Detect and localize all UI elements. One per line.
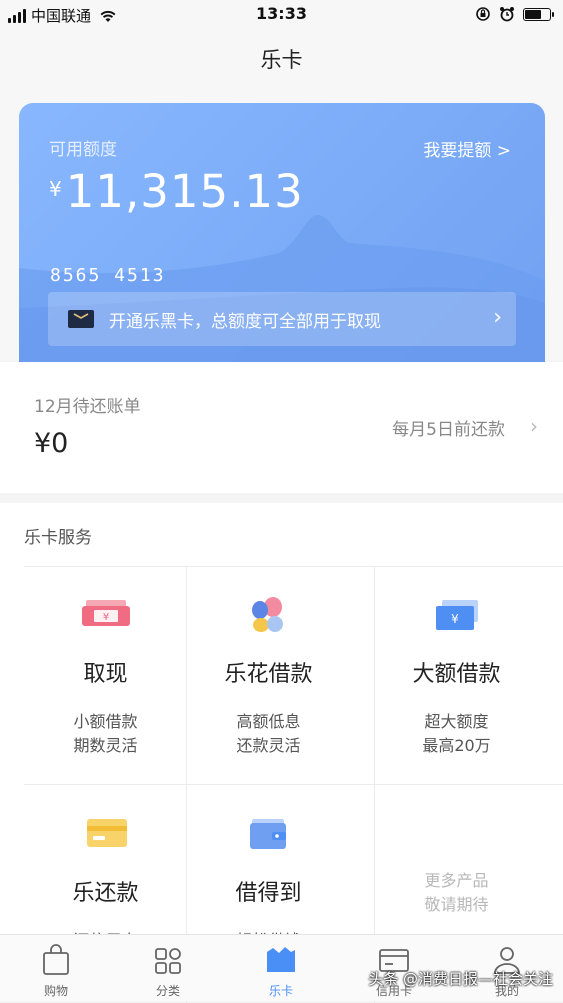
service-name: 大额借款: [412, 662, 501, 687]
alarm-icon: [500, 7, 514, 22]
service-name: 乐花借款: [224, 662, 313, 687]
lehua-petals-icon: [187, 596, 350, 636]
tab-lecard[interactable]: 乐卡: [225, 935, 337, 1001]
service-desc: 还款灵活: [236, 736, 301, 755]
service-desc: 敬请期待: [424, 895, 489, 914]
service-desc: 超大额度: [424, 712, 489, 731]
services-title: 乐卡服务: [24, 528, 92, 548]
wallet-icon: [187, 815, 350, 855]
service-desc: 更多产品: [424, 871, 489, 890]
grid-divider: [24, 566, 563, 567]
banner-text: 开通乐黑卡，总额度可全部用于取现: [109, 312, 381, 332]
currency-symbol: ¥: [49, 177, 62, 201]
orientation-lock-icon: [476, 7, 490, 21]
watermark-text: 头条 @消费日报—社会关注: [368, 970, 553, 988]
available-limit-label: 可用额度: [49, 140, 117, 160]
service-cash-withdraw[interactable]: ¥ 取现 小额借款 期数灵活: [24, 566, 187, 784]
status-bar-right: [475, 6, 554, 22]
service-desc: 期数灵活: [73, 736, 138, 755]
service-name: 取现: [83, 662, 128, 687]
cash-withdraw-icon: ¥: [24, 596, 187, 636]
svg-text:¥: ¥: [451, 612, 459, 626]
chevron-right-icon: ›: [530, 414, 538, 438]
tab-label: 购物: [43, 984, 68, 998]
services-section: 乐卡服务 ¥ 取现 小额借款 期数灵活 乐花借款 高额低息 还款灵活 ¥ 大额借…: [0, 503, 563, 1003]
service-name: 乐还款: [72, 881, 139, 906]
category-grid-icon: [112, 944, 224, 976]
tab-shopping[interactable]: 购物: [0, 935, 112, 1001]
amount-value: 11,315.13: [65, 165, 304, 218]
bill-amount: ¥0: [34, 428, 69, 459]
bill-due-text: 每月5日前还款: [392, 420, 505, 440]
card-number: 8565 4513: [50, 265, 166, 286]
black-card-banner[interactable]: 开通乐黑卡，总额度可全部用于取现 ›: [48, 292, 516, 346]
large-loan-icon: ¥: [375, 596, 538, 636]
status-bar: 中国联通 13:33: [0, 0, 563, 30]
repay-card-icon: [24, 815, 187, 855]
bill-label: 12月待还账单: [34, 397, 141, 417]
service-name: 借得到: [235, 881, 302, 906]
bill-summary[interactable]: 12月待还账单 ¥0 每月5日前还款 ›: [0, 362, 563, 493]
service-desc: 小额借款: [73, 712, 138, 731]
credit-card-panel: 可用额度 我要提额 > ¥ 11,315.13 8565 4513 开通乐黑卡，…: [19, 103, 545, 383]
grid-divider: [24, 784, 563, 785]
nav-bar: 乐卡: [0, 30, 563, 88]
raise-limit-link[interactable]: 我要提额 >: [423, 136, 511, 161]
svg-text:¥: ¥: [102, 612, 108, 623]
service-lehua-loan[interactable]: 乐花借款 高额低息 还款灵活: [187, 566, 350, 784]
available-limit-amount: ¥ 11,315.13: [49, 165, 304, 218]
tab-label: 乐卡: [268, 984, 293, 998]
service-desc: 最高20万: [422, 736, 491, 755]
battery-icon: [523, 7, 554, 21]
page-title: 乐卡: [260, 48, 303, 72]
service-large-loan[interactable]: ¥ 大额借款 超大额度 最高20万: [375, 566, 538, 784]
black-card-icon: [68, 310, 94, 328]
lecard-icon: [225, 944, 337, 976]
service-desc: 高额低息: [236, 712, 301, 731]
tab-label: 分类: [155, 984, 180, 998]
chevron-right-icon: ›: [493, 305, 502, 330]
tab-category[interactable]: 分类: [112, 935, 224, 1001]
shopping-bag-icon: [0, 944, 112, 976]
